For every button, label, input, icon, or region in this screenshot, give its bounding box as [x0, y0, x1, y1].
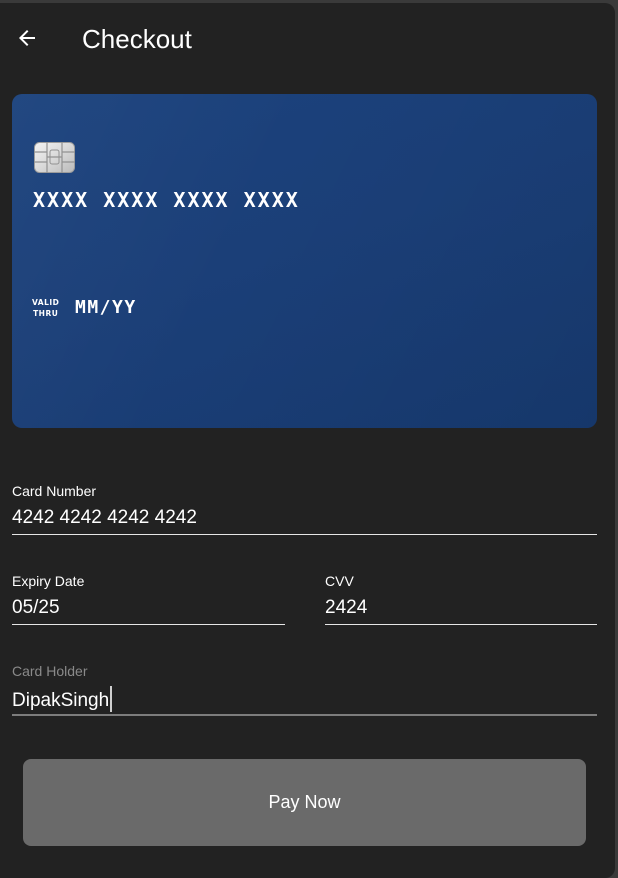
expiry-date-label: Expiry Date: [12, 573, 85, 589]
app-bar: Checkout: [0, 3, 615, 75]
cvv-input[interactable]: 2424: [325, 596, 597, 624]
card-holder-value: DipakSingh: [12, 690, 110, 711]
checkout-screen: Checkout XXXX XXXX XXXX XXXX VALID THRU …: [0, 3, 615, 878]
card-number-label: Card Number: [12, 483, 97, 499]
pay-now-button[interactable]: Pay Now: [23, 759, 586, 846]
expiry-date-field[interactable]: Expiry Date 05/25: [12, 572, 285, 625]
thru-label: THRU: [33, 309, 59, 318]
cvv-label: CVV: [325, 573, 354, 589]
expiry-date-underline: [12, 624, 285, 625]
card-number-field[interactable]: Card Number 4242 4242 4242 4242: [12, 482, 597, 535]
card-holder-underline: [12, 714, 597, 716]
cvv-underline: [325, 624, 597, 625]
card-number-input[interactable]: 4242 4242 4242 4242: [12, 506, 597, 534]
card-number-underline: [12, 534, 597, 535]
card-chip-icon: [34, 142, 75, 173]
credit-card-preview: XXXX XXXX XXXX XXXX VALID THRU MM/YY: [12, 94, 597, 428]
card-holder-label: Card Holder: [12, 663, 88, 679]
card-number-display: XXXX XXXX XXXX XXXX: [33, 188, 300, 212]
back-button[interactable]: [12, 23, 42, 53]
valid-thru-label: VALID THRU: [32, 297, 59, 319]
card-holder-field[interactable]: Card Holder DipakSingh: [12, 662, 597, 716]
page-title: Checkout: [82, 24, 192, 54]
valid-label: VALID: [32, 298, 60, 307]
expiry-date-input[interactable]: 05/25: [12, 596, 285, 624]
cvv-field[interactable]: CVV 2424: [325, 572, 597, 625]
card-expiry-display: MM/YY: [75, 297, 137, 318]
text-caret: [110, 686, 113, 712]
arrow-left-icon: [19, 30, 35, 46]
card-holder-input[interactable]: DipakSingh: [12, 686, 597, 714]
